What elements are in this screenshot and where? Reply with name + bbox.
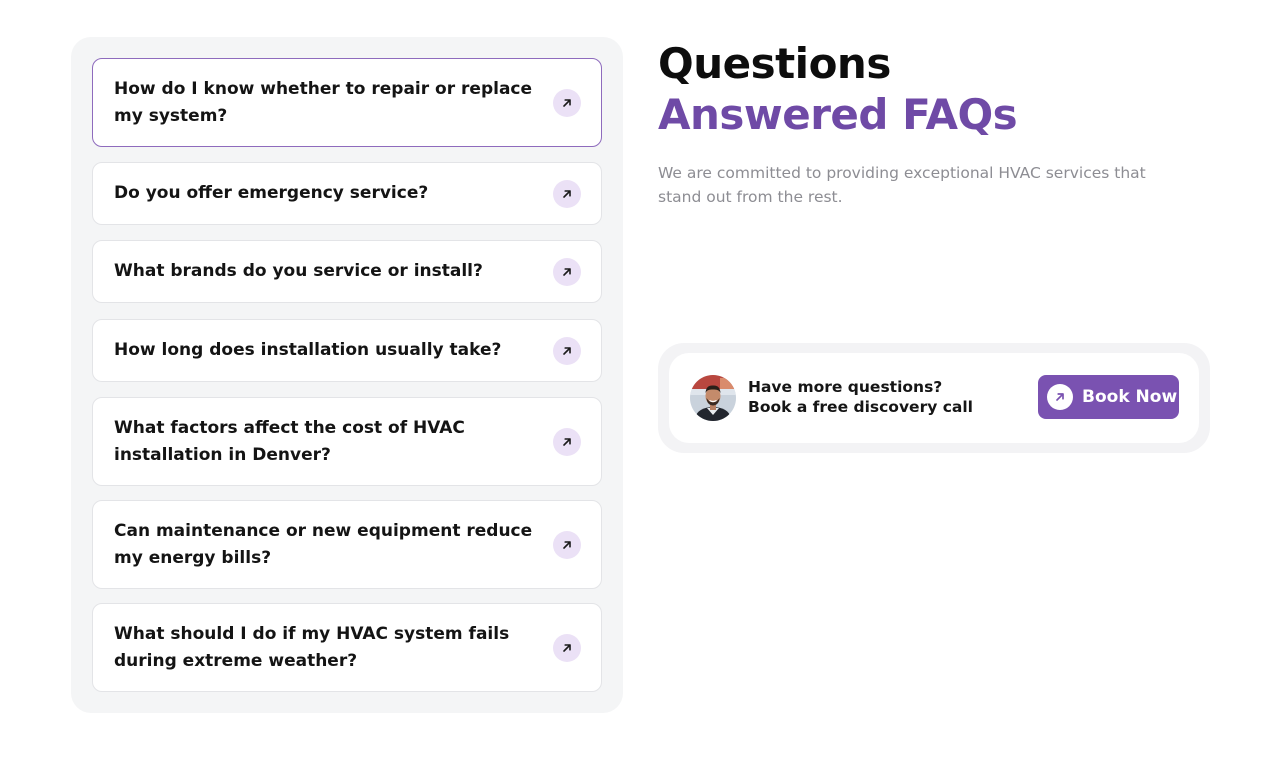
- discovery-call-card-inner: Have more questions? Book a free discove…: [669, 353, 1199, 443]
- section-description: We are committed to providing exceptiona…: [658, 164, 1146, 206]
- faq-item-brands[interactable]: What brands do you service or install?: [92, 240, 602, 303]
- faq-panel: How do I know whether to repair or repla…: [71, 37, 623, 713]
- arrow-up-right-icon: [553, 530, 581, 559]
- discovery-call-text: Have more questions? Book a free discove…: [748, 377, 973, 417]
- faq-item-emergency-service[interactable]: Do you offer emergency service?: [92, 162, 602, 225]
- arrow-up-right-icon: [1047, 384, 1073, 410]
- faq-item-installation-time[interactable]: How long does installation usually take?: [92, 319, 602, 382]
- faq-item-extreme-weather[interactable]: What should I do if my HVAC system fails…: [92, 603, 602, 692]
- title-line-answered-faqs: Answered FAQs: [658, 90, 1018, 139]
- avatar: [690, 375, 736, 421]
- faq-item-repair-or-replace[interactable]: How do I know whether to repair or repla…: [92, 58, 602, 147]
- faq-item-installation-cost[interactable]: What factors affect the cost of HVAC ins…: [92, 397, 602, 486]
- faq-question: What should I do if my HVAC system fails…: [114, 623, 510, 671]
- book-now-button[interactable]: Book Now: [1038, 375, 1179, 419]
- cta-line-more-questions: Have more questions?: [748, 378, 943, 396]
- arrow-up-right-icon: [553, 179, 581, 208]
- faq-question: Do you offer emergency service?: [114, 183, 429, 203]
- faq-question: How long does installation usually take?: [114, 340, 502, 360]
- arrow-up-right-icon: [553, 336, 581, 365]
- cta-line-discovery-call: Book a free discovery call: [748, 398, 973, 416]
- page-title: Questions Answered FAQs: [658, 38, 1018, 140]
- arrow-up-right-icon: [553, 633, 581, 662]
- faq-question: What factors affect the cost of HVAC ins…: [114, 417, 465, 465]
- title-line-questions: Questions: [658, 39, 891, 88]
- faq-item-energy-bills[interactable]: Can maintenance or new equipment reduce …: [92, 500, 602, 589]
- book-now-label: Book Now: [1082, 387, 1178, 407]
- discovery-call-card: Have more questions? Book a free discove…: [658, 343, 1210, 453]
- arrow-up-right-icon: [553, 427, 581, 456]
- arrow-up-right-icon: [553, 257, 581, 286]
- faq-question: How do I know whether to repair or repla…: [114, 78, 533, 126]
- faq-question: Can maintenance or new equipment reduce …: [114, 520, 533, 568]
- arrow-up-right-icon: [553, 88, 581, 117]
- faq-question: What brands do you service or install?: [114, 261, 483, 281]
